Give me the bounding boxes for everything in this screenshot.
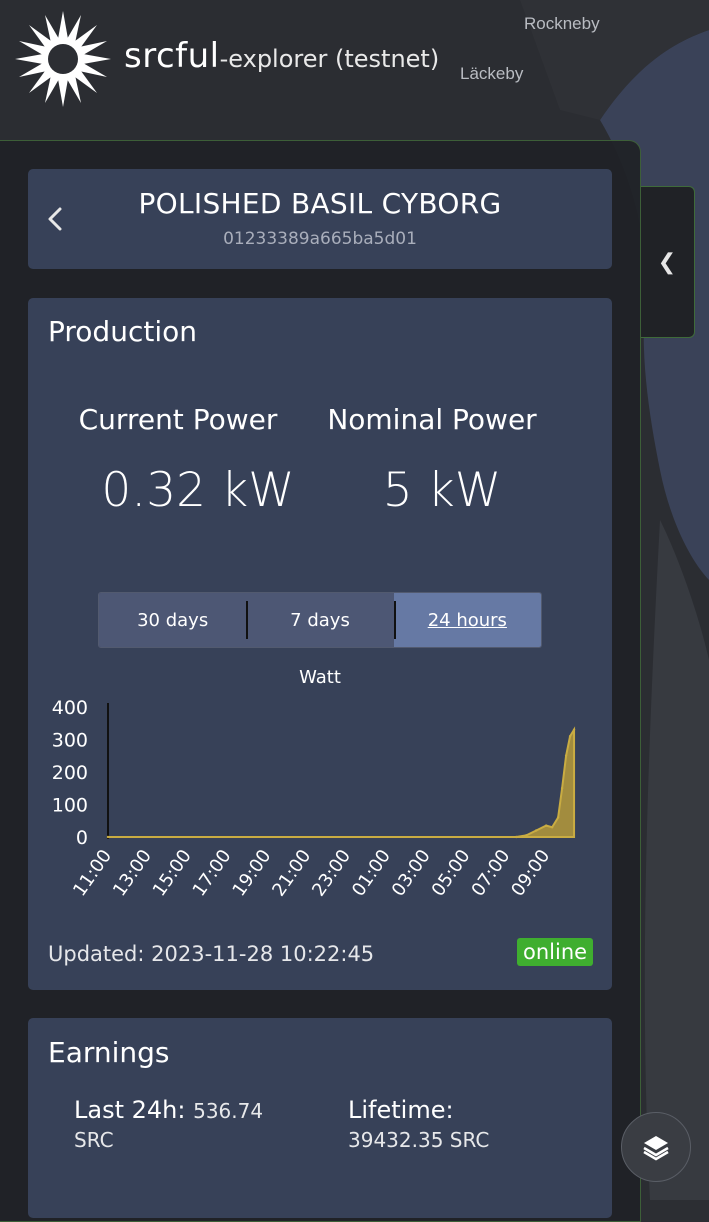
app-header: srcful-explorer (testnet) [0,0,709,140]
data-point [535,829,538,832]
last-24h-label: Last 24h: [74,1096,186,1124]
x-tick-label: 05:00 [428,846,475,901]
last-24h-row: Last 24h: 536.74 [74,1096,263,1124]
data-point [560,787,564,790]
data-point [550,826,554,829]
range-24-hours-button[interactable]: 24 hours [393,593,541,647]
x-tick-label: 09:00 [507,846,554,901]
earnings-title: Earnings [48,1036,170,1069]
data-point [564,754,568,757]
panel-toggle-button[interactable]: ❮ [640,186,695,338]
range-30-days-button[interactable]: 30 days [99,593,247,647]
layers-icon [643,1136,669,1161]
x-tick-label: 17:00 [189,846,236,901]
y-tick-label: 200 [52,762,88,784]
sun-logo-icon[interactable] [14,10,112,108]
current-power-value: 0.32 kW [101,463,295,518]
y-tick-label: 400 [52,697,88,719]
time-range-selector: 30 days 7 days 24 hours [98,592,542,648]
last-24h-value: 536.74 [193,1099,264,1123]
x-tick-label: 11:00 [69,846,116,901]
map-layers-button[interactable] [621,1112,691,1182]
device-card: POLISHED BASIL CYBORG 01233389a665ba5d01 [28,169,612,269]
data-point [106,835,110,839]
power-chart[interactable]: 0 100 200 300 400 11:0013:0015:0017:0019:0021… [28,693,612,923]
updated-timestamp: Updated: 2023-11-28 10:22:45 [48,942,375,966]
device-id: 01233389a665ba5d01 [223,229,417,249]
chart-title: Watt [299,667,341,688]
y-tick-label: 100 [52,795,88,817]
lifetime-label: Lifetime: [348,1096,454,1124]
x-tick-label: 03:00 [388,846,435,901]
x-tick-label: 07:00 [467,846,514,901]
device-name: POLISHED BASIL CYBORG [138,187,502,220]
device-panel: POLISHED BASIL CYBORG 01233389a665ba5d01… [0,140,641,1222]
x-tick-label: 15:00 [149,846,196,901]
production-title: Production [48,315,197,348]
x-tick-label: 21:00 [268,846,315,901]
nominal-power-value: 5 kW [382,463,502,518]
y-tick-label: 300 [52,730,88,752]
x-tick-label: 23:00 [308,846,355,901]
x-tick-label: 19:00 [228,846,275,901]
x-tick-label: 01:00 [348,846,395,901]
production-card: Production Current Power Nominal Power 0… [28,298,612,990]
data-point [544,824,548,827]
watt-area-series [108,726,576,838]
data-point [515,835,518,839]
brand-sub: -explorer (testnet) [219,45,440,73]
x-tick-label: 13:00 [109,846,156,901]
y-tick-label: 0 [76,827,88,849]
data-point [556,816,560,819]
range-7-days-button[interactable]: 7 days [246,593,394,647]
last-24h-unit: SRC [74,1128,114,1152]
brand-title[interactable]: srcful-explorer (testnet) [124,36,439,76]
current-power-label: Current Power [78,403,278,436]
nominal-power-label: Nominal Power [327,403,537,436]
status-badge: online [517,938,594,966]
data-point [572,728,576,731]
earnings-card: Earnings Last 24h: 536.74 SRC Lifetime: … [28,1018,612,1218]
brand-main: srcful [124,36,220,76]
data-point [568,735,572,738]
data-point [525,834,528,837]
chevron-left-icon: ❮ [657,249,677,275]
lifetime-value: 39432.35 SRC [348,1128,490,1152]
